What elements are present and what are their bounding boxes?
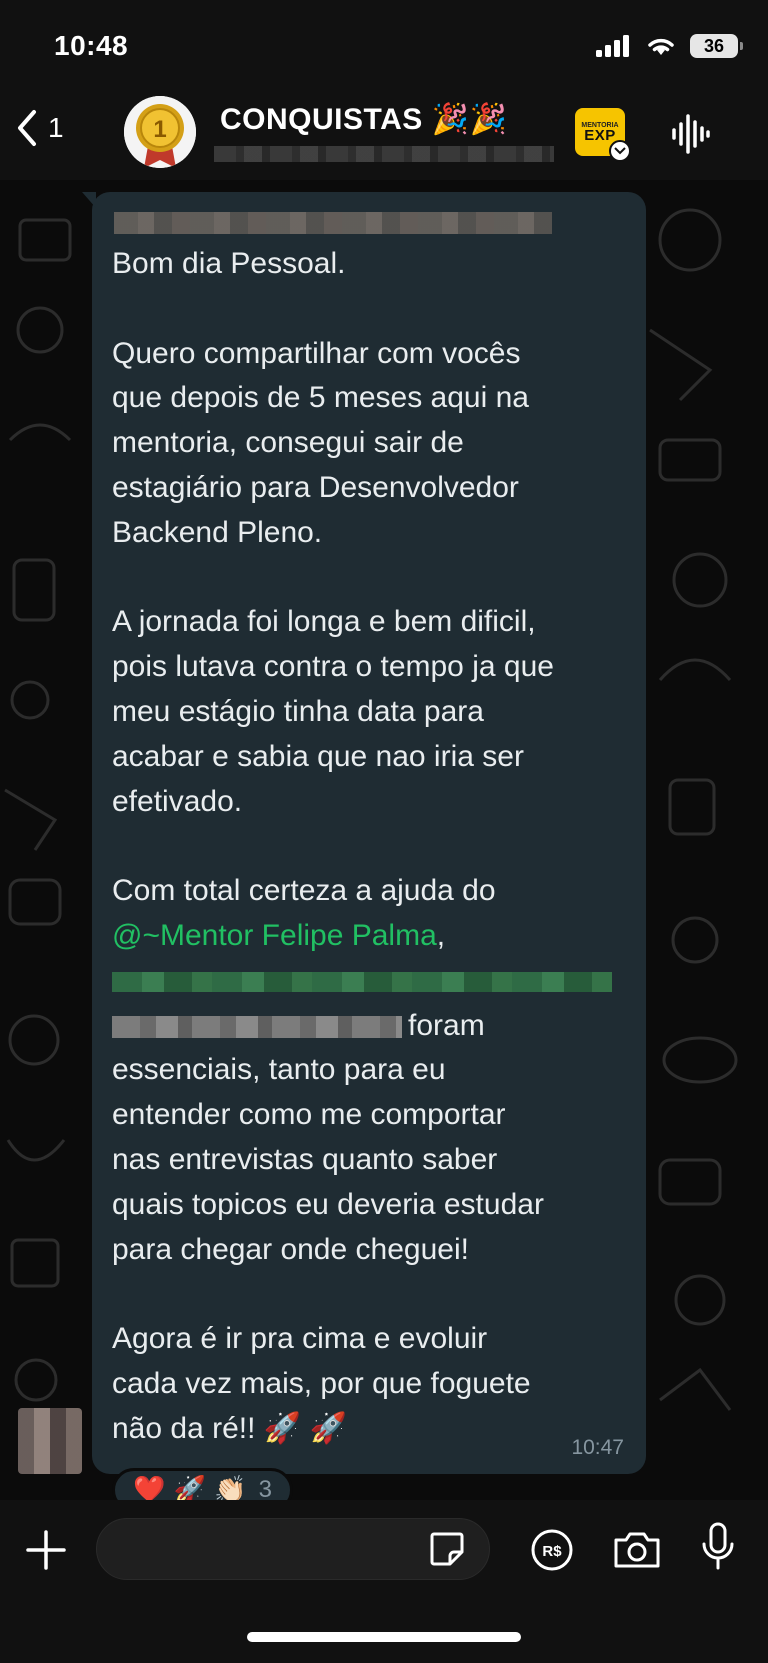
- chevron-left-icon: [18, 110, 36, 146]
- message-line: Backend Pleno.: [112, 515, 323, 549]
- group-members-blurred: [214, 146, 554, 162]
- message-line: meu estágio tinha data para: [112, 694, 484, 728]
- message-line: cada vez mais, por que foguete: [112, 1366, 531, 1400]
- medal-icon: 1: [124, 96, 196, 168]
- message-line: A jornada foi longa e bem dificil,: [112, 605, 536, 639]
- message-bubble[interactable]: Bom dia Pessoal. Quero compartilhar com v…: [82, 192, 646, 1474]
- battery-indicator: 36: [690, 34, 743, 58]
- unread-count: 1: [48, 112, 64, 143]
- mention-line: @~Mentor Felipe Palma,: [112, 914, 632, 959]
- message-lines-after: essenciais, tanto para eu entender como m…: [112, 1048, 632, 1451]
- mention-suffix: ,: [436, 918, 446, 952]
- status-indicators: 36: [596, 34, 743, 58]
- message-line: pois lutava contra o tempo ja que: [112, 650, 554, 684]
- chevron-down-icon: [609, 140, 631, 162]
- sticker-icon: [430, 1532, 464, 1566]
- mention-link[interactable]: @~Mentor Felipe Palma: [112, 919, 437, 952]
- blurred-mentions-green: [112, 971, 612, 992]
- blurred-text-gray: [112, 1015, 402, 1038]
- message-line: essenciais, tanto para eu: [112, 1053, 446, 1087]
- payment-button[interactable]: R$: [530, 1528, 574, 1577]
- message-line: que depois de 5 meses aqui na: [112, 381, 529, 415]
- message-time: 10:47: [571, 1436, 624, 1459]
- message-line: mentoria, consegui sair de: [112, 426, 464, 460]
- status-time: 10:48: [54, 30, 129, 61]
- message-line: não da ré!! 🚀 🚀: [112, 1411, 347, 1445]
- whatsapp-chat-screen: 10:48 36 1 1 CONQUISTAS 🎉🎉 MENTORIA EXP …: [0, 0, 768, 1663]
- svg-text:R$: R$: [542, 1543, 562, 1560]
- signal-icon: [596, 35, 629, 57]
- message-line: entender como me comportar: [112, 1098, 506, 1132]
- sender-avatar[interactable]: [18, 1408, 82, 1474]
- message-line: Quero compartilhar com vocês: [112, 336, 521, 370]
- svg-text:1: 1: [153, 116, 166, 143]
- blurred-continuation-line: foram: [112, 1004, 632, 1049]
- wifi-icon: [648, 38, 674, 55]
- pay-icon: R$: [531, 1529, 573, 1571]
- message-line: Agora é ir pra cima e evoluir: [112, 1322, 488, 1356]
- sender-name-blurred: [114, 212, 552, 234]
- message-line: Com total certeza a ajuda do: [112, 874, 496, 908]
- group-avatar[interactable]: 1: [124, 96, 196, 168]
- message-line: nas entrevistas quanto saber: [112, 1142, 498, 1176]
- mic-button[interactable]: [700, 1522, 736, 1577]
- audio-wave-icon: [672, 114, 710, 154]
- camera-icon: [614, 1532, 660, 1568]
- blurred-mention-line: [112, 959, 632, 1004]
- status-bar: 10:48 36: [0, 0, 768, 90]
- message-line: Bom dia Pessoal.: [112, 247, 346, 280]
- home-indicator: [247, 1632, 521, 1642]
- group-title[interactable]: CONQUISTAS 🎉🎉: [220, 102, 507, 137]
- chat-header: 1 1 CONQUISTAS 🎉🎉 MENTORIA EXP: [0, 90, 768, 180]
- camera-button[interactable]: [612, 1528, 662, 1577]
- after-blur-text: foram: [408, 1008, 485, 1042]
- mic-icon: [702, 1522, 734, 1570]
- sticker-button[interactable]: [428, 1530, 466, 1573]
- message-line: acabar e sabia que nao iria ser: [112, 739, 524, 773]
- attach-button[interactable]: [24, 1528, 68, 1577]
- community-badge-button[interactable]: MENTORIA EXP: [575, 108, 631, 162]
- composer-bar: R$: [0, 1500, 768, 1663]
- message-line: estagiário para Desenvolvedor: [112, 470, 519, 504]
- message-text: Bom dia Pessoal. Quero compartilhar com v…: [112, 242, 632, 1452]
- voice-chat-button[interactable]: [670, 112, 710, 161]
- message-lines-before: Bom dia Pessoal. Quero compartilhar com v…: [112, 242, 632, 914]
- message-line: quais topicos eu deveria estudar: [112, 1187, 544, 1221]
- exp-badge-label: EXP: [584, 126, 616, 144]
- message-line: para chegar onde cheguei!: [112, 1232, 469, 1266]
- plus-icon: [26, 1530, 66, 1570]
- back-button[interactable]: 1: [14, 108, 64, 148]
- message-line: efetivado.: [112, 784, 243, 818]
